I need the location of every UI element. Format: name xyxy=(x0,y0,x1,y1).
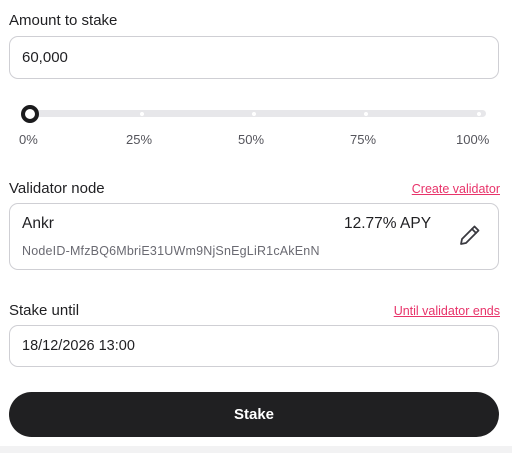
validator-label: Validator node xyxy=(9,180,105,197)
tick-label-100[interactable]: 100% xyxy=(456,132,489,148)
stake-until-value: 18/12/2026 13:00 xyxy=(22,338,135,354)
slider-dot-75[interactable] xyxy=(364,111,368,116)
until-validator-ends-link[interactable]: Until validator ends xyxy=(394,303,500,319)
slider-thumb[interactable] xyxy=(21,105,39,123)
tick-label-50[interactable]: 50% xyxy=(238,132,264,148)
stake-until-label: Stake until xyxy=(9,302,80,319)
stake-form: Amount to stake 60,000 0% 25% 50% 75% 10… xyxy=(0,0,512,453)
slider-dot-100[interactable] xyxy=(477,111,481,116)
tick-label-75[interactable]: 75% xyxy=(350,132,376,148)
validator-apy: 12.77% APY xyxy=(344,215,432,232)
validator-name: Ankr xyxy=(22,215,54,232)
pencil-icon[interactable] xyxy=(458,223,482,247)
stake-button[interactable]: Stake xyxy=(9,392,499,437)
stake-until-input[interactable]: 18/12/2026 13:00 xyxy=(9,325,499,367)
amount-input[interactable]: 60,000 xyxy=(9,36,499,79)
tick-label-0[interactable]: 0% xyxy=(19,132,38,148)
bottom-divider xyxy=(0,446,512,453)
tick-label-25[interactable]: 25% xyxy=(126,132,152,148)
validator-card[interactable]: Ankr 12.77% APY NodeID-MfzBQ6MbriE31UWm9… xyxy=(9,203,499,270)
slider-dot-50[interactable] xyxy=(252,111,256,116)
validator-node-id: NodeID-MfzBQ6MbriE31UWm9NjSnEgLiR1cAkEnN xyxy=(22,244,320,258)
slider-dot-25[interactable] xyxy=(140,111,144,116)
amount-label: Amount to stake xyxy=(9,12,118,29)
amount-value: 60,000 xyxy=(22,49,68,66)
create-validator-link[interactable]: Create validator xyxy=(412,181,500,197)
